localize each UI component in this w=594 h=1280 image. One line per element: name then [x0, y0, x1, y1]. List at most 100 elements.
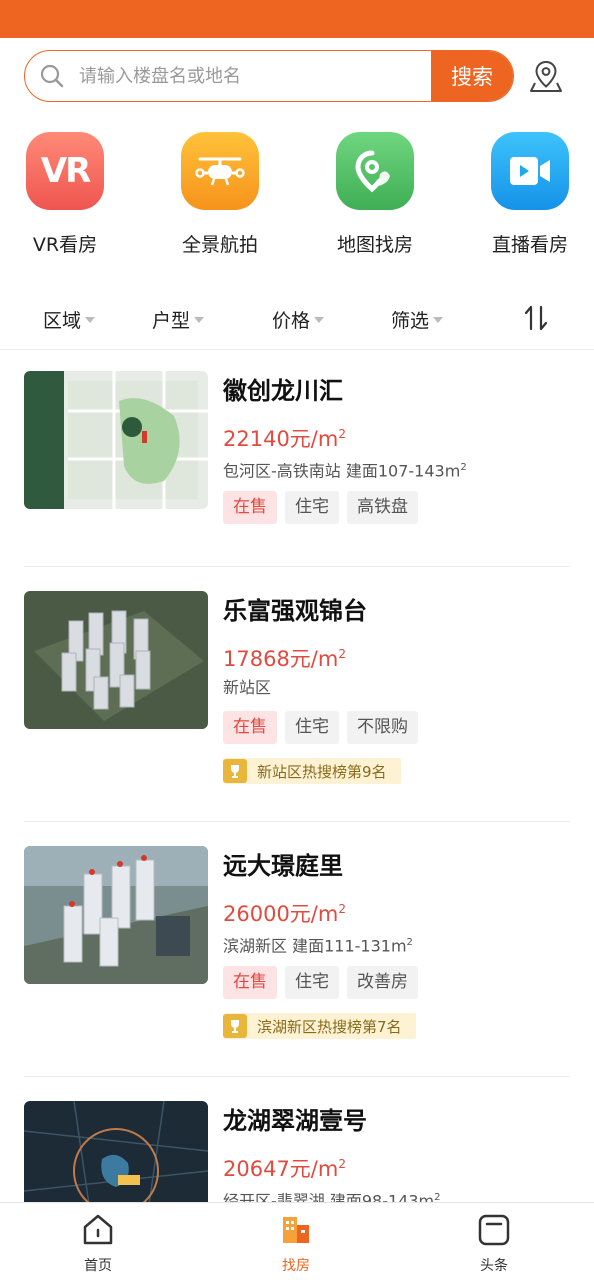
nav-headlines[interactable]: 头条: [444, 1213, 544, 1275]
trophy-icon: [223, 759, 247, 783]
listing-price: 26000元/m2: [223, 894, 570, 926]
building-icon: [283, 1217, 309, 1243]
divider: [24, 566, 570, 567]
tag: 高铁盘: [347, 491, 418, 524]
quick-nav-label: 全景航拍: [181, 234, 258, 256]
price-value: 26000元/m: [223, 902, 339, 926]
chevron-down-icon: [314, 316, 325, 323]
bottom-nav: 首页 找房 头条: [0, 1202, 594, 1280]
listing-location: 滨湖新区 建面111-131m2: [223, 930, 570, 956]
quick-nav-map[interactable]: 地图找房: [310, 132, 440, 257]
listing-location: 新站区: [223, 675, 570, 701]
search-box: 搜索: [24, 50, 514, 102]
nav-label: 头条: [480, 1258, 508, 1274]
trophy-icon: [223, 1014, 247, 1038]
area-unit-superscript: 2: [460, 462, 467, 473]
listing-location: 包河区-高铁南站 建面107-143m2: [223, 455, 570, 481]
listing-thumbnail: [24, 1101, 208, 1202]
listing-name: 远大璟庭里: [223, 852, 343, 880]
map-pin-icon: [336, 132, 414, 210]
location-icon[interactable]: [524, 54, 568, 98]
price-value: 17868元/m: [223, 647, 339, 671]
search-button[interactable]: 搜索: [431, 51, 513, 101]
listing-info: 徽创龙川汇 22140元/m2 包河区-高铁南站 建面107-143m2 在售 …: [223, 371, 570, 524]
price-unit-superscript: 2: [338, 427, 346, 441]
listing-thumbnail: [24, 371, 208, 509]
location-text: 滨湖新区 建面111-131m: [223, 936, 407, 956]
listing-info: 远大璟庭里 26000元/m2 滨湖新区 建面111-131m2 在售 住宅 改…: [223, 846, 570, 1039]
nav-home[interactable]: 首页: [48, 1213, 148, 1275]
listing-price: 20647元/m2: [223, 1149, 570, 1181]
quick-nav-live[interactable]: 直播看房: [465, 132, 594, 257]
listing-card[interactable]: 远大璟庭里 26000元/m2 滨湖新区 建面111-131m2 在售 住宅 改…: [24, 846, 570, 1046]
tag: 改善房: [347, 966, 418, 999]
quick-nav-label: 直播看房: [491, 234, 568, 256]
listing-tags: 在售 住宅 不限购: [223, 711, 570, 744]
price-unit-superscript: 2: [338, 647, 346, 661]
area-unit-superscript: 2: [434, 1192, 441, 1202]
quick-nav-label: VR看房: [32, 234, 98, 256]
listing-info: 乐富强观锦台 17868元/m2 新站区 在售 住宅 不限购 新站区热搜榜第9名: [223, 591, 570, 784]
home-icon: [83, 1214, 113, 1245]
area-unit-superscript: 2: [406, 937, 413, 948]
listing-tags: 在售 住宅 高铁盘: [223, 491, 570, 524]
chevron-down-icon: [194, 316, 205, 323]
quick-nav: VR VR看房 全景航拍 地图找房 直播看房: [0, 132, 594, 262]
search-icon: [25, 51, 79, 101]
listing-tags: 在售 住宅 改善房: [223, 966, 570, 999]
quick-nav-vr[interactable]: VR VR看房: [0, 132, 130, 257]
rank-badge: 新站区热搜榜第9名: [223, 758, 401, 784]
location-text: 包河区-高铁南站 建面107-143m: [223, 461, 461, 481]
filter-more[interactable]: 筛选: [391, 306, 444, 333]
price-unit-superscript: 2: [338, 1157, 346, 1171]
listing-location: 经开区-翡翠湖 建面98-143m2: [223, 1185, 570, 1202]
search-input[interactable]: [79, 65, 431, 87]
tag: 住宅: [285, 491, 339, 524]
drone-icon: [181, 132, 259, 210]
listing-price: 22140元/m2: [223, 419, 570, 451]
location-text: 经开区-翡翠湖 建面98-143m: [223, 1191, 435, 1202]
listing-thumbnail: [24, 846, 208, 984]
filter-price[interactable]: 价格: [272, 306, 325, 333]
sort-icon[interactable]: [523, 304, 549, 336]
quick-nav-label: 地图找房: [336, 234, 413, 256]
divider: [24, 821, 570, 822]
nav-label: 找房: [282, 1258, 310, 1274]
tag-on-sale: 在售: [223, 491, 277, 524]
price-value: 20647元/m: [223, 1157, 339, 1181]
listing-name: 徽创龙川汇: [223, 377, 343, 405]
news-icon: [478, 1214, 510, 1246]
price-value: 22140元/m: [223, 427, 339, 451]
quick-nav-drone[interactable]: 全景航拍: [155, 132, 285, 257]
search-bar: 搜索: [24, 50, 570, 102]
listing-card[interactable]: 乐富强观锦台 17868元/m2 新站区 在售 住宅 不限购 新站区热搜榜第9名: [24, 591, 570, 791]
vr-icon: VR: [26, 132, 104, 210]
filter-label: 区域: [43, 310, 82, 332]
rank-badge: 滨湖新区热搜榜第7名: [223, 1013, 416, 1039]
filter-region[interactable]: 区域: [43, 306, 96, 333]
nav-label: 首页: [84, 1258, 112, 1274]
tag: 住宅: [285, 966, 339, 999]
filter-layout[interactable]: 户型: [152, 306, 205, 333]
location-text: 新站区: [223, 678, 272, 697]
listing-name: 龙湖翠湖壹号: [223, 1107, 367, 1135]
listing-thumbnail: [24, 591, 208, 729]
divider: [24, 1076, 570, 1077]
listing-card[interactable]: 徽创龙川汇 22140元/m2 包河区-高铁南站 建面107-143m2 在售 …: [24, 371, 570, 541]
tag: 住宅: [285, 711, 339, 744]
listing-name: 乐富强观锦台: [223, 597, 367, 625]
chevron-down-icon: [433, 316, 444, 323]
chevron-down-icon: [85, 316, 96, 323]
listing-card[interactable]: 龙湖翠湖壹号 20647元/m2 经开区-翡翠湖 建面98-143m2: [24, 1101, 570, 1202]
filter-label: 筛选: [391, 310, 430, 332]
rank-text: 滨湖新区热搜榜第7名: [257, 1017, 402, 1036]
tag-on-sale: 在售: [223, 711, 277, 744]
filter-label: 户型: [152, 310, 191, 332]
nav-find-house[interactable]: 找房: [246, 1213, 346, 1275]
filter-label: 价格: [272, 310, 311, 332]
tag: 不限购: [347, 711, 418, 744]
video-icon: [491, 132, 569, 210]
listing-info: 龙湖翠湖壹号 20647元/m2 经开区-翡翠湖 建面98-143m2: [223, 1101, 570, 1202]
status-bar: [0, 0, 594, 38]
rank-text: 新站区热搜榜第9名: [257, 762, 387, 781]
